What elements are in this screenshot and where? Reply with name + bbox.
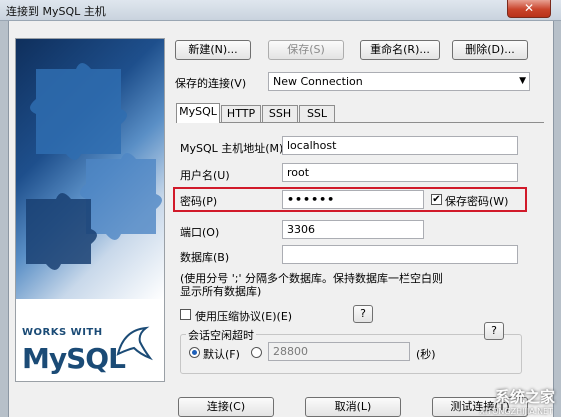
default-label: 默认(F)	[203, 348, 240, 361]
new-button[interactable]: 新建(N)...	[175, 40, 251, 60]
tab-ssl[interactable]: SSL	[299, 105, 335, 123]
cancel-button[interactable]: 取消(L)	[305, 397, 401, 417]
watermark-text: 系统之家	[494, 388, 555, 406]
user-input[interactable]: root	[282, 163, 518, 182]
save-button[interactable]: 保存(S)	[268, 40, 344, 60]
tab-pane-border	[176, 122, 544, 123]
tab-mysql[interactable]: MySQL	[176, 103, 220, 123]
saved-connection-value: New Connection	[273, 75, 363, 88]
host-input[interactable]: localhost	[282, 136, 518, 155]
custom-timeout-radio[interactable]	[251, 347, 262, 358]
close-icon: ✕	[523, 1, 535, 15]
window-title: 连接到 MySQL 主机	[6, 5, 106, 18]
rename-button[interactable]: 重命名(R)...	[360, 40, 440, 60]
works-with-text: WORKS WITH	[22, 327, 103, 338]
title-bar: 连接到 MySQL 主机 ✕	[0, 0, 561, 21]
mysql-logo-text: MySQL	[22, 342, 126, 375]
puzzle-icon	[26, 63, 162, 270]
password-label: 密码(P)	[180, 195, 218, 208]
chevron-down-icon: ▼	[519, 76, 526, 86]
password-input[interactable]: ••••••	[282, 190, 424, 209]
close-button[interactable]: ✕	[507, 0, 551, 18]
compression-checkbox[interactable]	[180, 309, 191, 320]
database-input[interactable]	[282, 245, 518, 264]
session-help-button[interactable]: ?	[484, 322, 504, 340]
seconds-label: (秒)	[416, 348, 436, 361]
watermark-url: XITONGZHIJIA.NET	[479, 407, 553, 416]
puzzle-image	[16, 39, 164, 299]
mysql-logo-panel: WORKS WITH MySQL	[15, 38, 165, 382]
port-label: 端口(O)	[180, 226, 220, 239]
database-label: 数据库(B)	[180, 251, 230, 264]
tab-http[interactable]: HTTP	[221, 105, 261, 123]
timeout-input[interactable]: 28800	[268, 342, 410, 361]
compression-help-button[interactable]: ?	[353, 305, 373, 323]
session-timeout-label: 会话空闲超时	[186, 327, 256, 343]
save-password-checkbox[interactable]: ✔	[431, 194, 442, 205]
port-input[interactable]: 3306	[282, 220, 424, 239]
save-password-label: 保存密码(W)	[445, 195, 509, 208]
saved-connection-label: 保存的连接(V)	[175, 77, 247, 90]
dolphin-icon	[116, 326, 153, 361]
compression-label: 使用压缩协议(E)(E)	[195, 310, 293, 323]
saved-connection-select[interactable]: New Connection ▼	[268, 72, 530, 91]
host-label: MySQL 主机地址(M)	[180, 142, 284, 155]
tab-ssh[interactable]: SSH	[262, 105, 298, 123]
user-label: 用户名(U)	[180, 169, 230, 182]
default-radio[interactable]	[189, 347, 200, 358]
delete-button[interactable]: 删除(D)...	[452, 40, 528, 60]
connect-button[interactable]: 连接(C)	[178, 397, 274, 417]
database-hint-line2: 显示所有数据库)	[180, 285, 262, 298]
